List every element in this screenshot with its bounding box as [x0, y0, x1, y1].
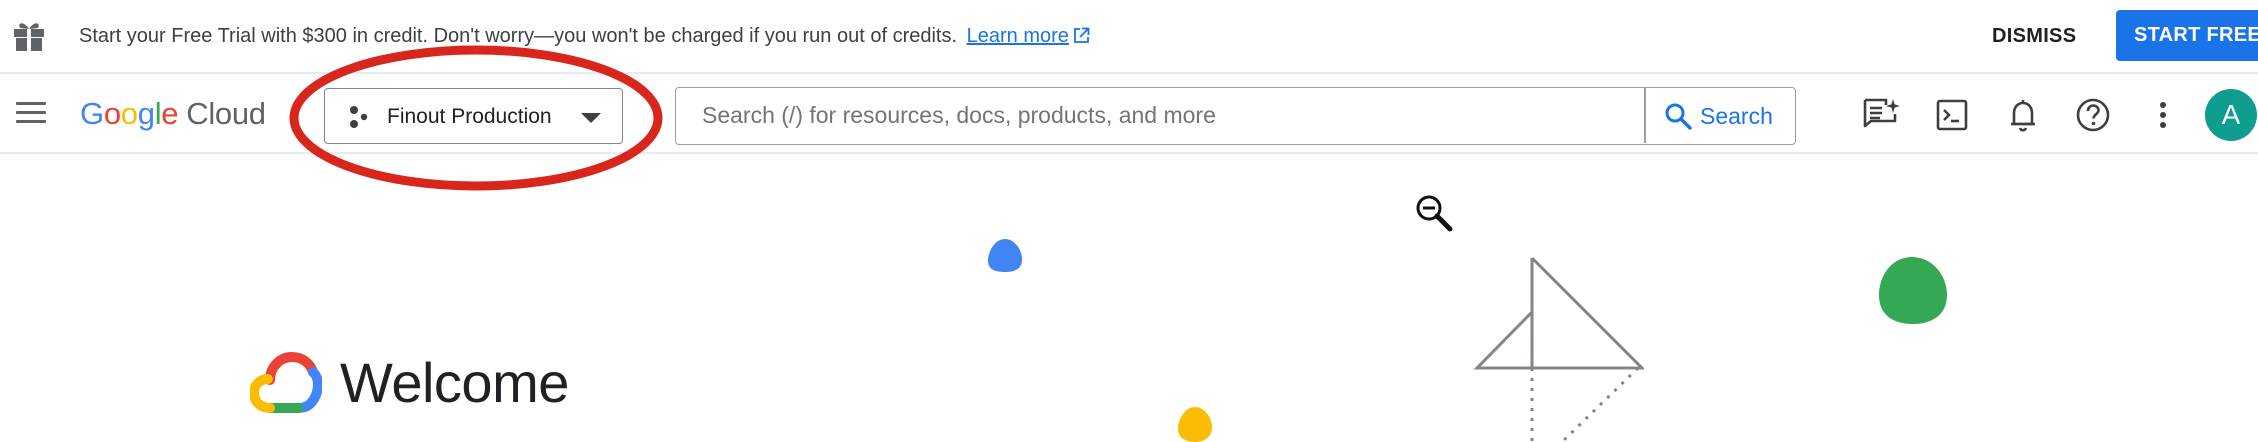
more-vert-icon: [2160, 102, 2166, 128]
banner-message: Start your Free Trial with $300 in credi…: [79, 25, 958, 47]
notifications-bell-icon: [2011, 100, 2035, 132]
free-trial-banner: Start your Free Trial with $300 in credi…: [0, 0, 2258, 74]
hamburger-icon-line: [16, 102, 46, 105]
banner-message-row: Start your Free Trial with $300 in credi…: [79, 22, 1090, 50]
notifications-button[interactable]: [2004, 96, 2042, 134]
search-bar: Search: [675, 87, 1796, 145]
zoom-out-cursor-icon: [1416, 195, 1453, 232]
help-button[interactable]: [2074, 96, 2112, 134]
project-picker-button[interactable]: Finout Production: [324, 88, 623, 144]
decorative-geometric-lines: [1473, 256, 1644, 442]
console-header: Google Cloud Finout Production Search (/…: [0, 76, 2258, 154]
hamburger-icon-line: [16, 120, 46, 123]
gift-icon: [14, 23, 44, 51]
search-button-label: Search: [1700, 103, 1773, 129]
gemini-chat-icon: [1863, 98, 1900, 128]
google-cloud-logo[interactable]: Google Cloud: [80, 97, 266, 131]
external-link-icon: [1073, 27, 1090, 43]
decorative-blue-blob: [988, 239, 1023, 272]
cloud-shell-icon: [1936, 99, 1968, 131]
learn-more-link[interactable]: Learn more: [967, 25, 1090, 47]
hamburger-icon-line: [16, 111, 46, 114]
search-input[interactable]: [676, 88, 1644, 143]
search-button[interactable]: Search: [1646, 88, 1794, 143]
account-avatar[interactable]: A: [2205, 89, 2257, 141]
cloud-shell-button[interactable]: [1933, 96, 1971, 134]
search-icon: [1665, 103, 1692, 130]
gemini-chat-button[interactable]: [1862, 96, 1900, 134]
start-free-button[interactable]: START FREE: [2116, 10, 2258, 61]
google-cloud-logo-icon: [250, 352, 322, 413]
help-icon: [2076, 98, 2110, 132]
google-cloud-console: Start your Free Trial with $300 in credi…: [0, 0, 2258, 442]
decorative-green-blob: [1879, 257, 1947, 324]
arrow-drop-down-icon: [581, 113, 601, 123]
project-name: Finout Production: [387, 105, 552, 128]
main-menu-button[interactable]: [14, 98, 48, 128]
project-hierarchy-icon: [350, 106, 368, 128]
more-options-button[interactable]: [2144, 96, 2182, 134]
welcome-title: Welcome: [340, 351, 569, 414]
decorative-yellow-blob: [1178, 407, 1213, 442]
dismiss-button[interactable]: DISMISS: [1980, 18, 2088, 54]
